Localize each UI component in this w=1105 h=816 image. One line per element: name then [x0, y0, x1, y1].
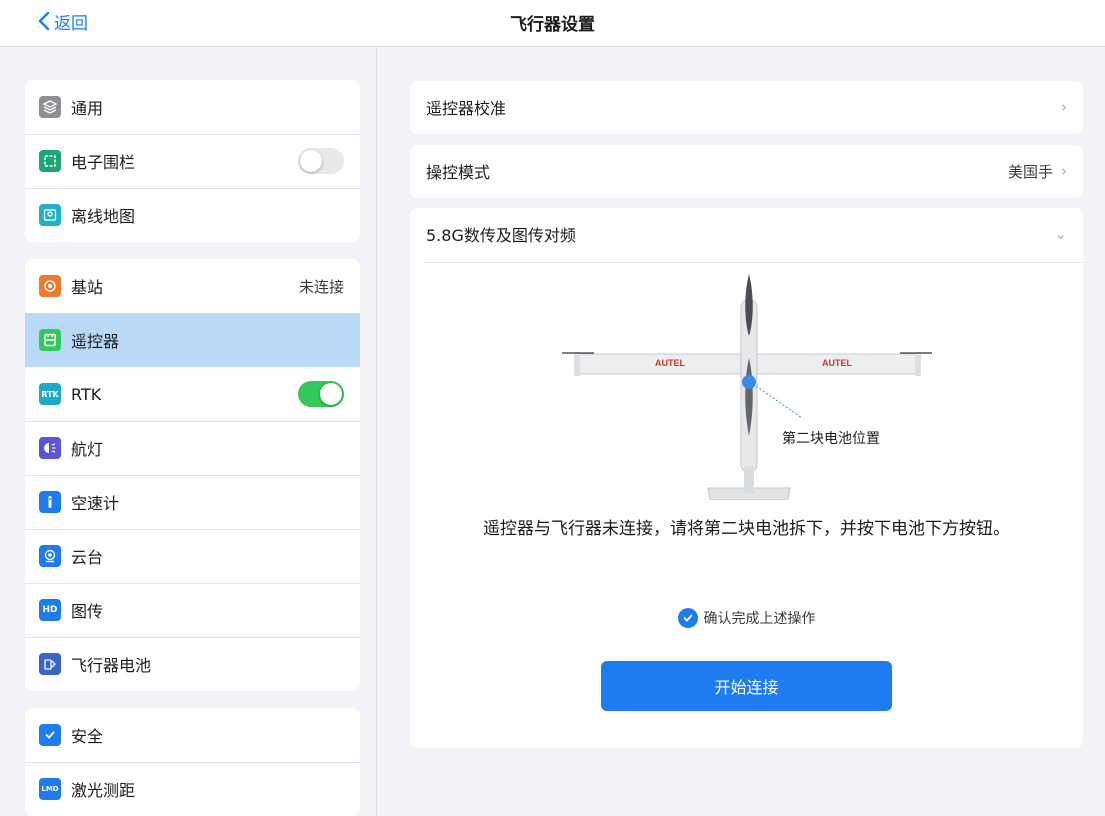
sidebar-item-label: 云台	[71, 548, 104, 567]
pairing-card: 5.8G数传及图传对频 ⌄ AUTEL AUTEL 第二块电池位置 遥控器与飞行…	[410, 208, 1083, 748]
sidebar-item-label: 电子围栏	[71, 153, 136, 172]
aircraft-battery-icon	[39, 653, 61, 675]
airspeed-icon	[39, 491, 61, 513]
rc-calibration-row[interactable]: 遥控器校准 ›	[410, 81, 1083, 134]
sidebar-item-label: 通用	[71, 99, 104, 118]
page-title: 飞行器设置	[510, 15, 595, 35]
sidebar-item-general[interactable]: 通用	[25, 80, 360, 134]
laser-range-icon: LMD	[39, 778, 61, 800]
sidebar-item-rtk[interactable]: RTK RTK	[25, 367, 360, 421]
sidebar-item-label: 航灯	[71, 440, 104, 459]
sidebar-group-general: 通用 电子围栏 离线地图	[25, 80, 360, 242]
rc-calibration-label: 遥控器校准	[426, 99, 507, 118]
sidebar-item-geofence[interactable]: 电子围栏	[25, 134, 360, 188]
sidebar-group-safety: 安全 LMD 激光测距	[25, 708, 360, 816]
sidebar-item-label: 空速计	[71, 494, 120, 513]
sidebar-item-safety[interactable]: 安全	[25, 708, 360, 762]
gimbal-icon	[39, 545, 61, 567]
sidebar-item-nav-light[interactable]: 航灯	[25, 421, 360, 475]
confirm-label: 确认完成上述操作	[703, 611, 816, 627]
sidebar-item-label: 离线地图	[71, 207, 136, 226]
pairing-instruction: 遥控器与飞行器未连接，请将第二块电池拆下，并按下电池下方按钮。	[483, 519, 1010, 539]
general-icon	[39, 96, 61, 118]
base-station-icon	[39, 275, 61, 297]
battery-position-label: 第二块电池位置	[782, 431, 880, 447]
confirm-checkbox[interactable]: 确认完成上述操作	[410, 608, 1083, 628]
checkmark-icon	[677, 608, 698, 628]
brand-logo-right: AUTEL	[822, 358, 852, 368]
control-mode-row[interactable]: 操控模式 美国手 ›	[410, 145, 1083, 198]
rtk-toggle[interactable]	[298, 381, 344, 407]
geofence-icon	[39, 150, 61, 172]
sidebar-group-devices: 基站 未连接 遥控器 RTK RTK 航灯 空速计 云台 HD 图传 飞行器电池	[25, 259, 360, 691]
start-connect-button[interactable]: 开始连接	[601, 661, 892, 711]
remote-controller-icon	[39, 329, 61, 351]
sidebar-item-laser-range[interactable]: LMD 激光测距	[25, 762, 360, 816]
sidebar-item-label: 图传	[71, 602, 104, 621]
sidebar-item-base-station[interactable]: 基站 未连接	[25, 259, 360, 313]
pairing-label: 5.8G数传及图传对频	[426, 226, 576, 245]
pairing-header[interactable]: 5.8G数传及图传对频 ⌄	[410, 208, 1083, 260]
sidebar-item-label: 飞行器电池	[71, 656, 152, 675]
control-mode-label: 操控模式	[426, 163, 491, 182]
toggle-knob	[320, 383, 342, 405]
sidebar-item-label: 基站	[71, 278, 104, 297]
divider	[424, 262, 1083, 263]
rtk-icon: RTK	[39, 383, 61, 405]
geofence-toggle[interactable]	[298, 148, 344, 174]
aircraft-illustration: AUTEL AUTEL	[562, 274, 932, 500]
settings-sidebar: 通用 电子围栏 离线地图 基站 未连接 遥控器 RTK RTK 航灯 空速计 云…	[0, 48, 377, 816]
sidebar-item-label: 遥控器	[71, 332, 120, 351]
chevron-right-icon: ›	[1061, 98, 1067, 116]
control-mode-value: 美国手	[1007, 162, 1053, 181]
brand-logo-left: AUTEL	[655, 358, 685, 368]
top-bar: 返回 飞行器设置	[0, 0, 1105, 47]
sidebar-item-offline-map[interactable]: 离线地图	[25, 188, 360, 242]
hd-transmission-icon: HD	[39, 599, 61, 621]
sidebar-item-label: 安全	[71, 727, 104, 746]
nav-light-icon	[39, 437, 61, 459]
sidebar-item-airspeed[interactable]: 空速计	[25, 475, 360, 529]
sidebar-item-remote-controller[interactable]: 遥控器	[25, 313, 360, 367]
safety-icon	[39, 724, 61, 746]
chevron-right-icon: ›	[1061, 162, 1067, 180]
offline-map-icon	[39, 204, 61, 226]
sidebar-item-aircraft-battery[interactable]: 飞行器电池	[25, 637, 360, 691]
toggle-knob	[300, 150, 322, 172]
base-station-status: 未连接	[298, 277, 344, 296]
sidebar-item-image-transmission[interactable]: HD 图传	[25, 583, 360, 637]
chevron-down-icon: ⌄	[1054, 225, 1067, 243]
sidebar-item-label: 激光测距	[71, 781, 136, 800]
sidebar-item-label: RTK	[71, 384, 102, 404]
sidebar-item-gimbal[interactable]: 云台	[25, 529, 360, 583]
